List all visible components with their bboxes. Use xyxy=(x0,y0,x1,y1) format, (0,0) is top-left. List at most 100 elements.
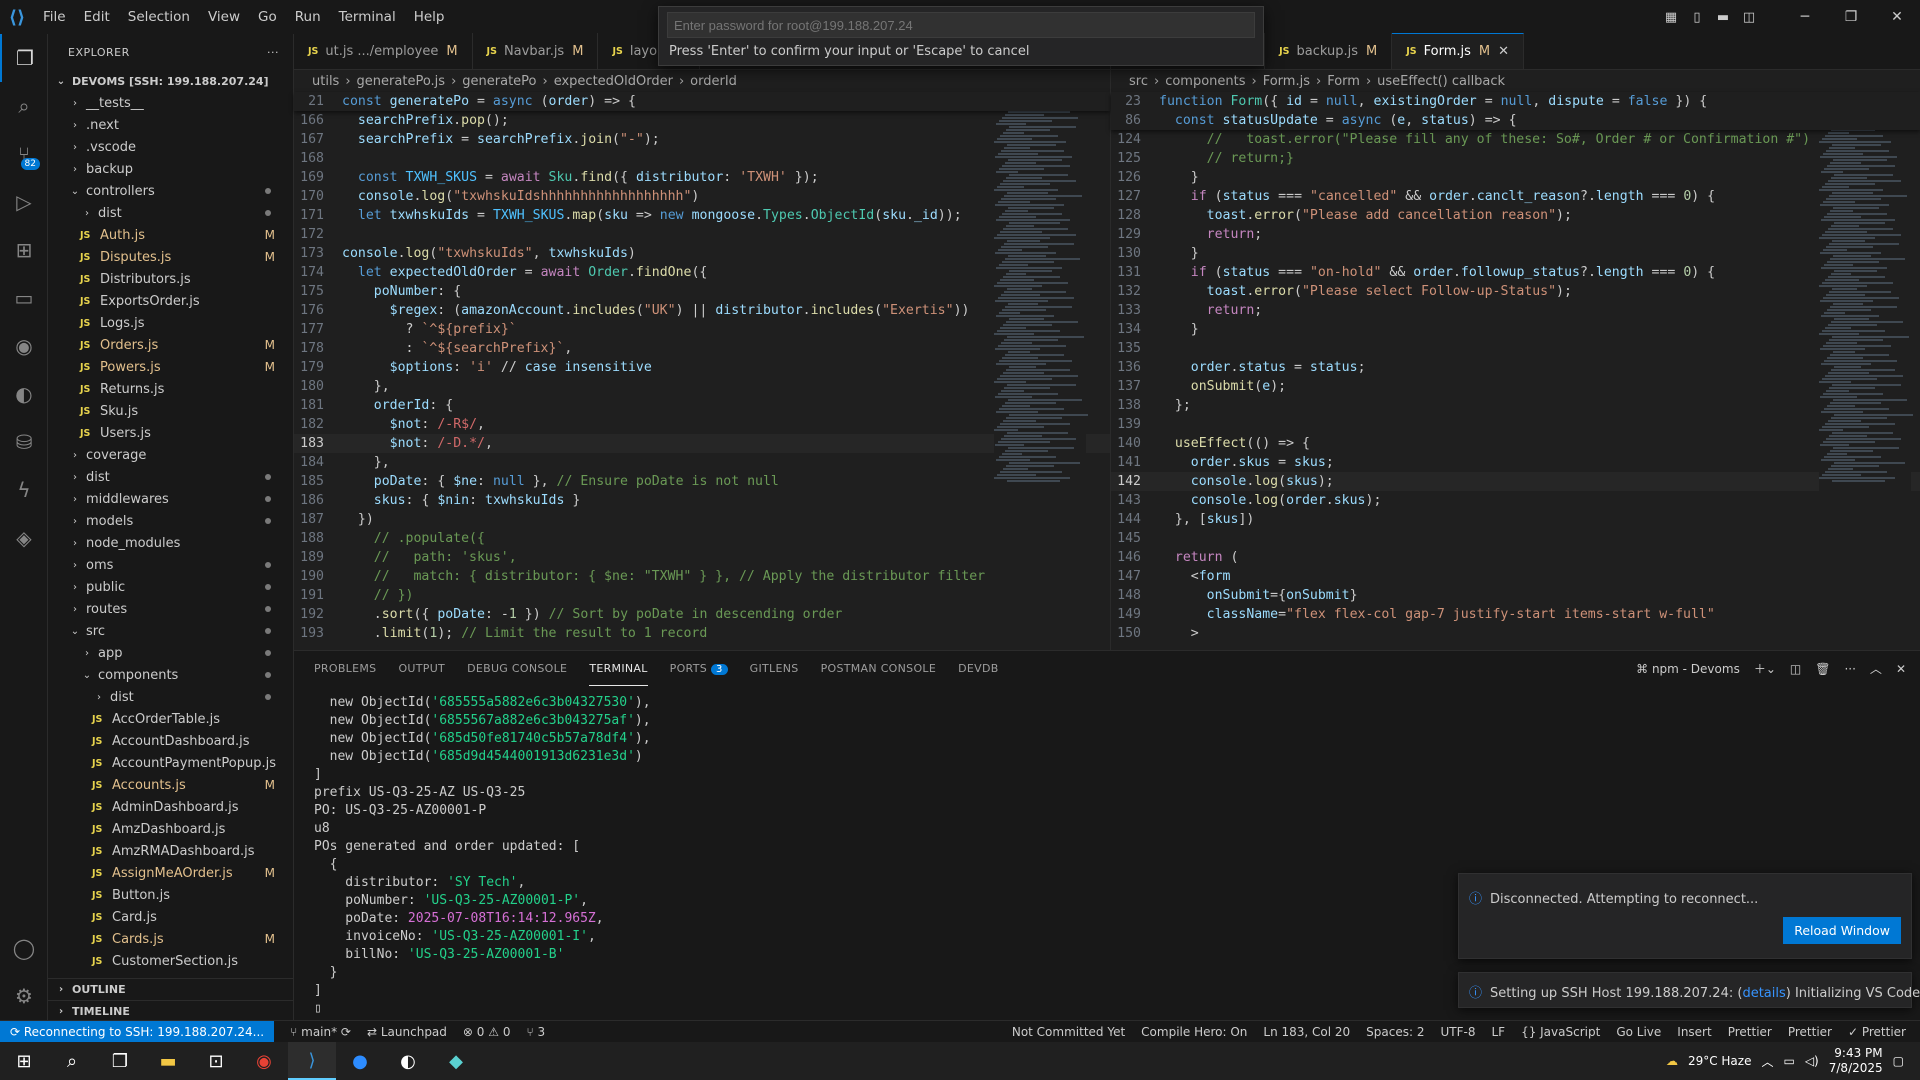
panel-tab-output[interactable]: OUTPUT xyxy=(398,651,445,686)
remote-explorer-icon[interactable]: ▭ xyxy=(0,274,48,322)
code-line[interactable]: 191 // }) xyxy=(294,586,1110,605)
split-terminal-icon[interactable]: ◫ xyxy=(1790,662,1801,676)
thunder-client-icon[interactable]: ϟ xyxy=(0,466,48,514)
search-icon[interactable]: ⌕ xyxy=(48,1042,96,1080)
code-line[interactable]: 186 skus: { $nin: txwhskuIds } xyxy=(294,491,1110,510)
weather-text[interactable]: 29°C Haze xyxy=(1688,1054,1752,1068)
menu-terminal[interactable]: Terminal xyxy=(330,0,405,34)
postman-icon[interactable]: ◐ xyxy=(0,370,48,418)
menu-help[interactable]: Help xyxy=(405,0,454,34)
restore-button[interactable]: ❐ xyxy=(1828,9,1874,25)
tree-item[interactable]: › oms xyxy=(48,554,293,576)
tree-item[interactable]: JS AccountDashboard.js xyxy=(48,730,293,752)
terminal-selector[interactable]: ⌘ npm - Devoms xyxy=(1636,662,1740,676)
zoom-icon[interactable]: ● xyxy=(336,1042,384,1080)
status-item[interactable]: Compile Hero: On xyxy=(1141,1025,1247,1039)
code-line[interactable]: 129 return; xyxy=(1111,225,1920,244)
code-line[interactable]: 125 // return;} xyxy=(1111,149,1920,168)
tree-item[interactable]: JS Orders.js M xyxy=(48,334,293,356)
tree-item[interactable]: › routes xyxy=(48,598,293,620)
status-item[interactable]: Spaces: 2 xyxy=(1366,1025,1424,1039)
volume-icon[interactable]: ◁) xyxy=(1805,1054,1819,1068)
status-item[interactable]: Prettier xyxy=(1788,1025,1832,1039)
app-icon[interactable]: ◆ xyxy=(432,1042,480,1080)
sticky-scroll-line[interactable]: 21 const generatePo = async (order) => { xyxy=(294,92,1110,111)
status-item[interactable]: {} JavaScript xyxy=(1521,1025,1600,1039)
tree-item[interactable]: JS AmzRMADashboard.js xyxy=(48,840,293,862)
code-line[interactable]: 128 toast.error("Please add cancellation… xyxy=(1111,206,1920,225)
status-item[interactable]: UTF-8 xyxy=(1440,1025,1475,1039)
customize-layout-icon[interactable]: ▦ xyxy=(1658,10,1684,25)
code-line[interactable]: 127 if (status === "cancelled" && order.… xyxy=(1111,187,1920,206)
source-control-icon[interactable]: ⑂ 82 xyxy=(0,130,48,178)
status-item[interactable]: Go Live xyxy=(1616,1025,1661,1039)
tray-overflow-icon[interactable]: ︿ xyxy=(1761,1053,1773,1070)
search-icon[interactable]: ⌕ xyxy=(0,82,48,130)
terminal-output[interactable]: new ObjectId('685555a5882e6c3b04327530')… xyxy=(294,686,1920,1018)
tree-item[interactable]: JS AdminDashboard.js xyxy=(48,796,293,818)
run-debug-icon[interactable]: ▷ xyxy=(0,178,48,226)
tree-item[interactable]: JS Cards.js M xyxy=(48,928,293,950)
tree-item[interactable]: ⌄ components xyxy=(48,664,293,686)
code-line[interactable]: 130 } xyxy=(1111,244,1920,263)
tree-item[interactable]: › public xyxy=(48,576,293,598)
sticky-scroll-line[interactable]: 23 function Form({ id = null, existingOrd… xyxy=(1111,92,1920,111)
notification-center-icon[interactable]: ▢ xyxy=(1893,1054,1904,1068)
close-tab-icon[interactable]: ✕ xyxy=(1498,44,1509,59)
breadcrumb-item[interactable]: expectedOldOrder xyxy=(554,74,673,89)
tree-item[interactable]: JS Accounts.js M xyxy=(48,774,293,796)
network-icon[interactable]: ▭ xyxy=(1783,1054,1794,1068)
panel-tab-problems[interactable]: PROBLEMS xyxy=(314,651,376,686)
code-line[interactable]: 136 order.status = status; xyxy=(1111,358,1920,377)
code-line[interactable]: 182 $not: /-R$/, xyxy=(294,415,1110,434)
code-line[interactable]: 173 console.log("txwhskuIds", txwhskuIds) xyxy=(294,244,1110,263)
code-line[interactable]: 171 let txwhskuIds = TXWH_SKUS.map(sku =… xyxy=(294,206,1110,225)
workspace-root[interactable]: ⌄ DEVOMS [SSH: 199.188.207.24] xyxy=(48,70,293,92)
vscode-taskbar-icon[interactable]: ⟩ xyxy=(288,1042,336,1080)
task-view-icon[interactable]: ❐ xyxy=(96,1042,144,1080)
start-icon[interactable]: ⊞ xyxy=(0,1042,48,1080)
code-line[interactable]: 149 className="flex flex-col gap-7 justi… xyxy=(1111,605,1920,624)
tree-item[interactable]: › .vscode xyxy=(48,136,293,158)
tree-item[interactable]: › models xyxy=(48,510,293,532)
menu-file[interactable]: File xyxy=(34,0,75,34)
status-item[interactable]: LF xyxy=(1491,1025,1505,1039)
code-line[interactable]: 145 xyxy=(1111,529,1920,548)
tree-item[interactable]: JS Users.js xyxy=(48,422,293,444)
code-line[interactable]: 168 xyxy=(294,149,1110,168)
ports-indicator[interactable]: ⑂ 3 xyxy=(526,1025,545,1039)
code-line[interactable]: 177 ? `^${prefix}` xyxy=(294,320,1110,339)
menu-go[interactable]: Go xyxy=(249,0,286,34)
menu-run[interactable]: Run xyxy=(286,0,330,34)
panel-tab-ports[interactable]: PORTS 3 xyxy=(670,651,728,686)
code-line[interactable]: 141 order.skus = skus; xyxy=(1111,453,1920,472)
breadcrumb-item[interactable]: orderId xyxy=(690,74,737,89)
code-line[interactable]: 185 poDate: { $ne: null }, // Ensure poD… xyxy=(294,472,1110,491)
tree-item[interactable]: JS AccountPaymentPopup.js xyxy=(48,752,293,774)
code-line[interactable]: 138 }; xyxy=(1111,396,1920,415)
code-line[interactable]: 187 }) xyxy=(294,510,1110,529)
tree-item[interactable]: ⌄ src xyxy=(48,620,293,642)
tree-item[interactable]: JS CustomerSection.js xyxy=(48,950,293,972)
problems-indicator[interactable]: ⊗ 0 ⚠ 0 xyxy=(463,1025,511,1039)
breadcrumb-item[interactable]: generatePo xyxy=(462,74,536,89)
devdb-icon[interactable]: ⛁ xyxy=(0,418,48,466)
tree-item[interactable]: › backup xyxy=(48,158,293,180)
minimap-right[interactable] xyxy=(1819,92,1913,650)
settings-gear-icon[interactable]: ⚙ xyxy=(0,972,48,1020)
breadcrumb-item[interactable]: Form.js xyxy=(1263,74,1310,89)
tree-item[interactable]: JS Sku.js xyxy=(48,400,293,422)
tree-item[interactable]: › __tests__ xyxy=(48,92,293,114)
code-line[interactable]: 133 return; xyxy=(1111,301,1920,320)
code-line[interactable]: 179 $options: 'i' // case insensitive xyxy=(294,358,1110,377)
minimize-button[interactable]: ─ xyxy=(1782,9,1828,25)
reload-window-button[interactable]: Reload Window xyxy=(1783,917,1901,944)
code-line[interactable]: 184 }, xyxy=(294,453,1110,472)
password-input[interactable] xyxy=(667,12,1255,38)
status-item[interactable]: Ln 183, Col 20 xyxy=(1263,1025,1350,1039)
explorer-icon[interactable]: ❐ xyxy=(0,34,48,82)
accounts-icon[interactable]: ◯ xyxy=(0,924,48,972)
code-line[interactable]: 140 useEffect(() => { xyxy=(1111,434,1920,453)
code-line[interactable]: 126 } xyxy=(1111,168,1920,187)
code-line[interactable]: 135 xyxy=(1111,339,1920,358)
